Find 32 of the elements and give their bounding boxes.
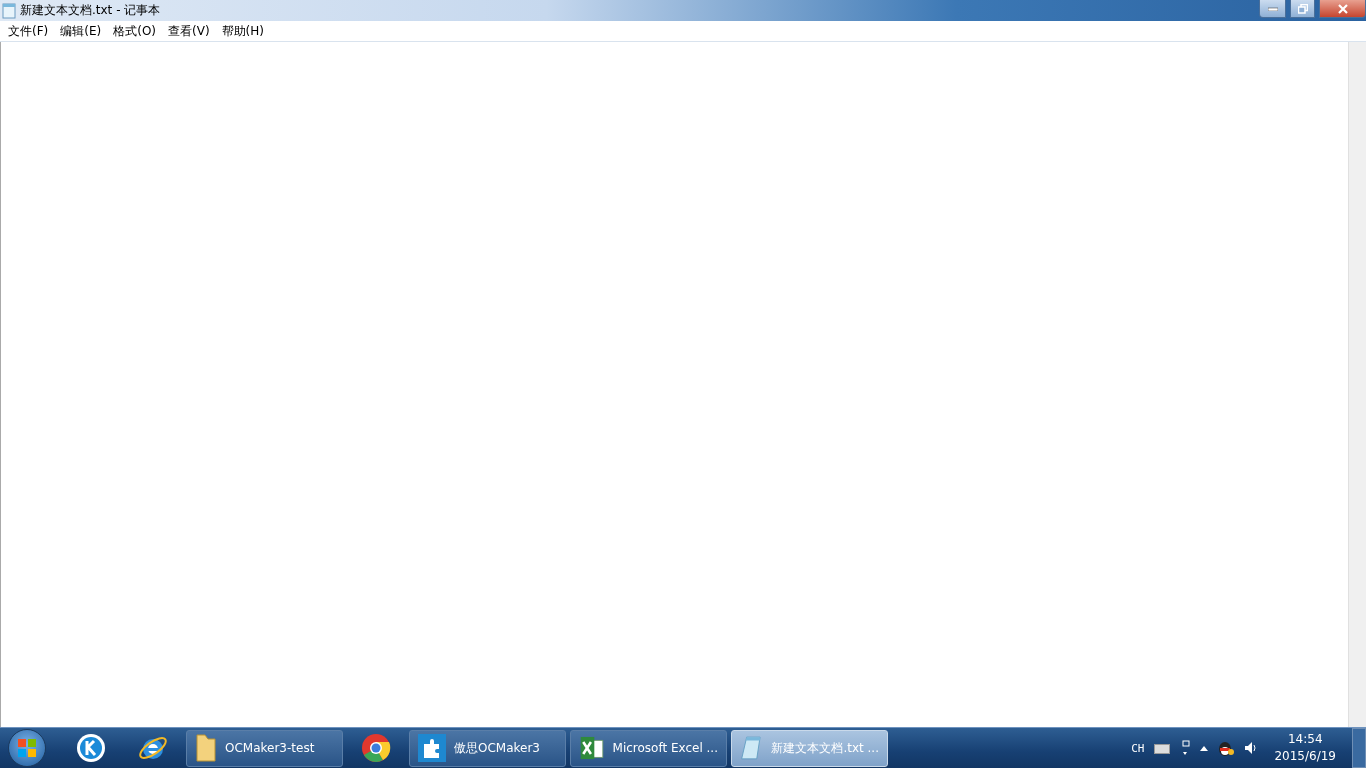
taskbar-window-button[interactable]: 傲思OCMaker3 <box>409 729 566 767</box>
clock-time[interactable]: 14:54 <box>1287 731 1323 748</box>
menu-item[interactable]: 文件(F) <box>2 22 55 40</box>
taskbar-window-button[interactable]: Microsoft Excel ... <box>570 729 727 767</box>
restore-icon <box>1297 3 1308 14</box>
speaker-icon[interactable] <box>1244 741 1259 755</box>
window-title: 新建文本文档.txt - 记事本 <box>20 2 161 19</box>
puzzle-icon <box>418 734 446 762</box>
taskbar-window-button[interactable]: OCMaker3-test <box>186 729 343 767</box>
minimize-button[interactable] <box>1259 0 1286 18</box>
close-icon <box>1337 3 1348 14</box>
chrome-icon <box>361 733 391 763</box>
k-logo-icon <box>76 733 106 763</box>
menu-item[interactable]: 格式(O) <box>107 22 163 40</box>
minimize-icon <box>1267 6 1278 11</box>
notepad-icon <box>740 733 764 763</box>
menu-item[interactable]: 编辑(E) <box>54 22 108 40</box>
caret-up-icon[interactable] <box>1200 745 1209 751</box>
windows-logo-icon <box>17 738 37 758</box>
menu-item[interactable]: 帮助(H) <box>215 22 270 40</box>
keyboard-icon[interactable] <box>1154 742 1171 754</box>
scrollbar[interactable] <box>1348 42 1366 727</box>
clock-date[interactable]: 2015/6/19 <box>1274 748 1336 765</box>
language-indicator[interactable]: CH <box>1131 741 1145 755</box>
restore-button[interactable] <box>1290 0 1315 18</box>
network-icon[interactable] <box>1180 740 1191 756</box>
close-button[interactable] <box>1319 0 1366 18</box>
start-button[interactable] <box>8 729 46 767</box>
notepad-icon <box>2 2 16 19</box>
penguin-icon[interactable] <box>1218 740 1235 756</box>
menu-item[interactable]: 查看(V) <box>162 22 216 40</box>
folder-icon <box>195 733 217 763</box>
